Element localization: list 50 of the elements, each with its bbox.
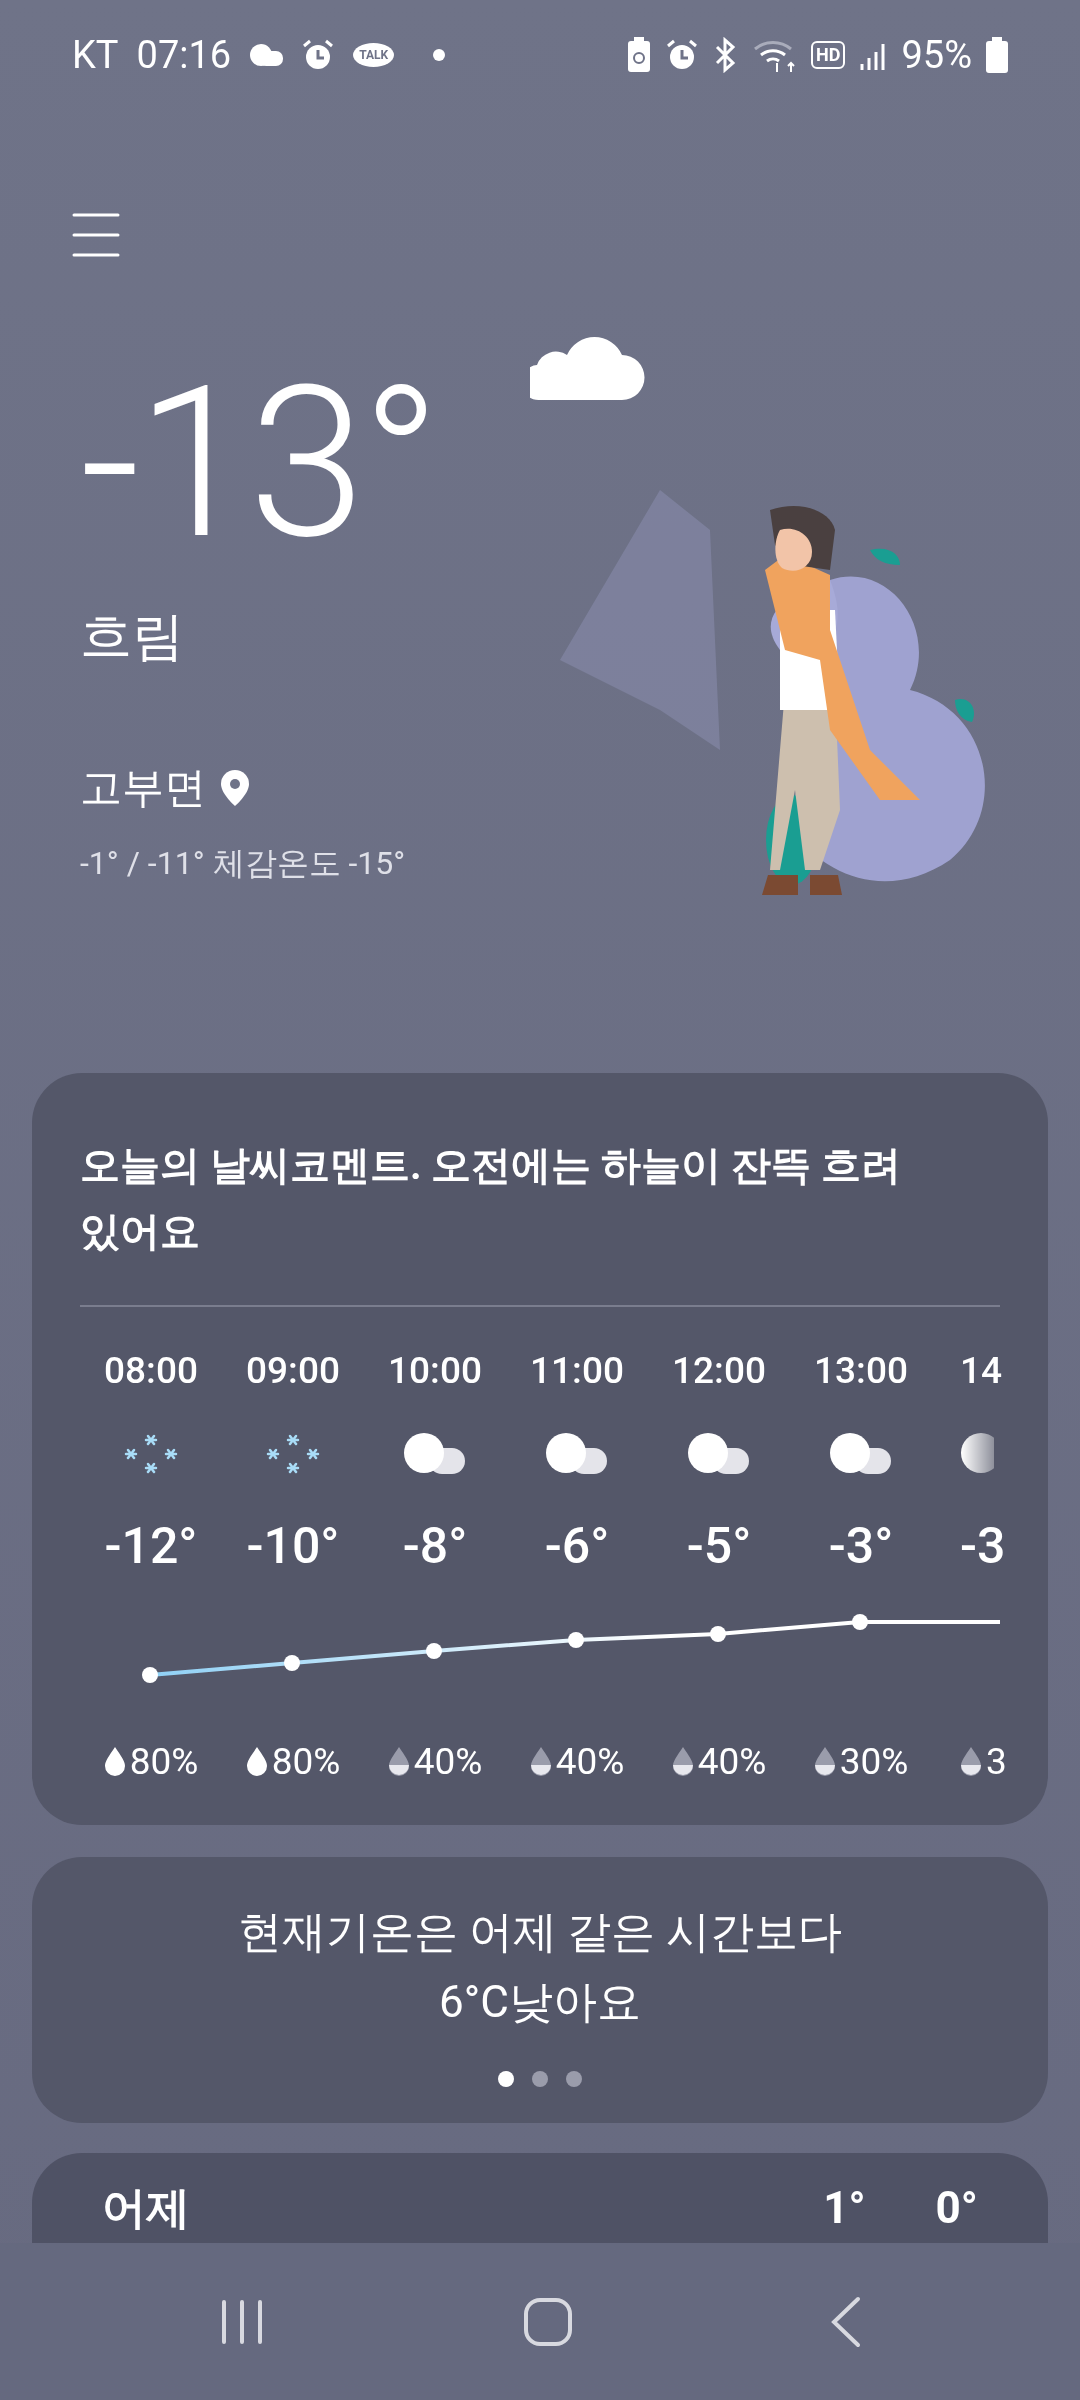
hour-label: 14 (960, 1348, 1003, 1394)
weather-condition: 흐림 (80, 605, 184, 669)
cloud-icon (829, 1431, 893, 1476)
location-name: 고부면 (80, 762, 206, 814)
hour-label: 11:00 (530, 1348, 624, 1394)
hour-label: 09:00 (246, 1348, 340, 1394)
hour-temperature: -10° (246, 1515, 340, 1577)
yesterday-label: 어제 (102, 2181, 190, 2236)
location-pin-icon (220, 768, 250, 807)
battery-saver-icon (627, 37, 652, 73)
hour-label: 13:00 (814, 1348, 908, 1394)
hour-label: 08:00 (104, 1348, 198, 1394)
dot-icon (432, 48, 447, 62)
precipitation-chance: 80% (271, 1738, 341, 1785)
precipitation-chance: 80% (129, 1738, 199, 1785)
hour-temperature: -8° (402, 1515, 468, 1577)
clock: 07:16 (136, 31, 232, 79)
precipitation-chance: 3 (986, 1738, 1007, 1785)
hour-temperature: -6° (544, 1515, 610, 1577)
battery-icon (986, 37, 1008, 73)
hour-label: 10:00 (388, 1348, 482, 1394)
cloud-icon (545, 1431, 609, 1476)
cloud-icon (403, 1431, 467, 1476)
temperature-range: -1° / -11° 체감온도 -15° (80, 843, 406, 884)
back-icon[interactable] (829, 2295, 862, 2348)
hour-label: 12:00 (672, 1348, 766, 1394)
hd-badge: HD (811, 41, 846, 69)
menu-icon[interactable] (72, 212, 120, 258)
comparison-text: 현재기온은 어제 같은 시간보다 6°C낮아요 (237, 1905, 843, 2030)
low-temperature: 0° (935, 2181, 978, 2236)
carrier-label: KT (72, 31, 119, 79)
precipitation-chance: 40% (555, 1738, 625, 1785)
precipitation-chance: 30% (839, 1738, 909, 1785)
precipitation-chance: 40% (697, 1738, 767, 1785)
weather-comment: 오늘의 날씨코멘트. 오전에는 하늘이 잔뜩 흐려있어요 (80, 1141, 903, 1257)
hour-temperature: -12° (104, 1515, 198, 1577)
alarm-icon (301, 38, 336, 72)
precipitation-chance: 40% (413, 1738, 483, 1785)
battery-percentage: 95% (901, 31, 972, 79)
high-temperature: 1° (823, 2181, 866, 2236)
hour-temperature: -3 (960, 1515, 1006, 1577)
home-icon[interactable] (523, 2296, 573, 2347)
hour-temperature: -5° (686, 1515, 752, 1577)
cloud-icon (960, 1431, 994, 1476)
cloud-icon (687, 1431, 751, 1476)
cloud-icon (249, 43, 284, 67)
alarm-icon (665, 38, 700, 72)
chat-icon: TALK (353, 43, 395, 67)
hour-temperature: -3° (828, 1515, 894, 1577)
current-temperature: -13° (80, 358, 437, 568)
